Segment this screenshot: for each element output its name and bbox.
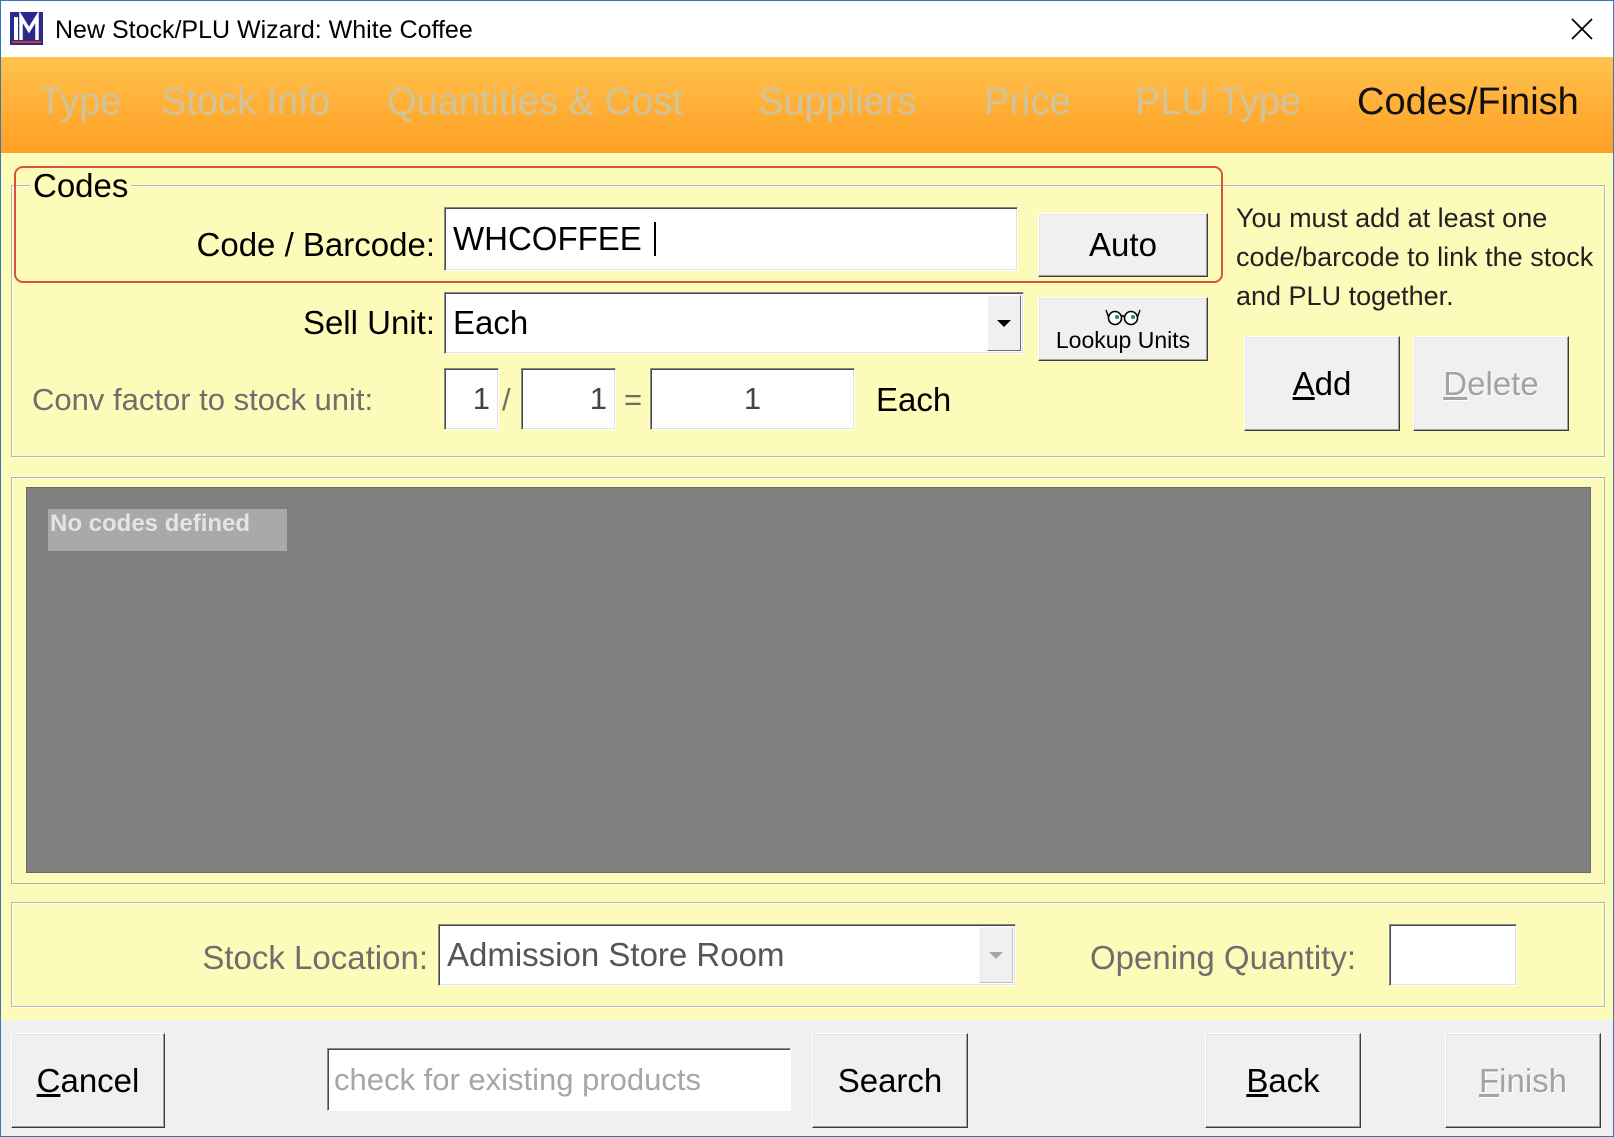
wizard-steps: Type Stock Info Quantities & Cost Suppli… (1, 57, 1613, 153)
sell-unit-label: Sell Unit: (302, 304, 435, 341)
conv-equals: = (624, 382, 643, 417)
title-bar: New Stock/PLU Wizard: White Coffee (1, 1, 1613, 57)
codes-group-legend: Codes (30, 167, 132, 205)
conv-result-value: 1 (743, 381, 762, 416)
window-title: New Stock/PLU Wizard: White Coffee (55, 16, 473, 44)
tab-quantities-cost[interactable]: Quantities & Cost (387, 79, 683, 125)
cancel-button-label: Cancel (36, 1061, 140, 1099)
finish-button[interactable]: Finish (1445, 1033, 1601, 1128)
sell-unit-value: Each (453, 304, 529, 341)
sell-unit-select[interactable]: Each (444, 292, 1024, 354)
close-icon (1571, 18, 1593, 40)
conv-slash: / (502, 382, 511, 417)
conv-numerator-input[interactable]: 1 (444, 368, 499, 430)
codes-list-empty-message: No codes defined (48, 509, 287, 551)
add-button-label: Add (1292, 364, 1352, 402)
glasses-icon (1105, 309, 1141, 325)
wizard-window: New Stock/PLU Wizard: White Coffee Type … (0, 0, 1614, 1137)
auto-button[interactable]: Auto (1038, 213, 1208, 277)
sell-unit-dropdown-button[interactable] (987, 295, 1021, 351)
lookup-units-button[interactable]: Lookup Units (1038, 297, 1208, 361)
conv-denominator-value: 1 (589, 381, 607, 416)
add-code-button[interactable]: Add (1244, 336, 1400, 431)
code-barcode-label: Code / Barcode: (196, 226, 435, 263)
tab-type[interactable]: Type (39, 79, 121, 125)
app-logo-icon (9, 11, 44, 46)
lookup-units-label: Lookup Units (1055, 326, 1191, 353)
codes-help-text: You must add at least one code/barcode t… (1236, 203, 1594, 311)
conv-denominator-input[interactable]: 1 (521, 368, 616, 430)
stock-location-dropdown-button[interactable] (979, 927, 1013, 983)
conv-numerator-value: 1 (472, 381, 490, 416)
delete-code-button[interactable]: Delete (1413, 336, 1569, 431)
conv-unit-label: Each (876, 381, 952, 418)
stock-location-value: Admission Store Room (447, 936, 785, 973)
opening-quantity-label: Opening Quantity: (1090, 939, 1356, 976)
tab-price[interactable]: Price (984, 79, 1071, 125)
cancel-button[interactable]: Cancel (11, 1033, 165, 1128)
conv-factor-label: Conv factor to stock unit: (32, 382, 374, 417)
code-barcode-input[interactable]: WHCOFFEE (444, 207, 1018, 271)
search-button-label: Search (837, 1061, 943, 1099)
text-cursor (653, 222, 656, 256)
tab-codes-finish[interactable]: Codes/Finish (1357, 79, 1579, 125)
auto-button-label: Auto (1089, 226, 1157, 263)
back-button[interactable]: Back (1205, 1033, 1361, 1128)
chevron-down-icon (997, 319, 1011, 327)
existing-products-search-input[interactable] (327, 1048, 791, 1111)
stock-location-label: Stock Location: (202, 939, 428, 976)
delete-button-label: Delete (1443, 364, 1539, 402)
code-barcode-value: WHCOFFEE (453, 220, 642, 257)
opening-quantity-input[interactable] (1389, 924, 1517, 986)
back-button-label: Back (1246, 1061, 1320, 1099)
close-button[interactable] (1566, 13, 1598, 45)
tab-plu-type[interactable]: PLU Type (1135, 79, 1301, 125)
conv-result-input[interactable]: 1 (650, 368, 855, 430)
finish-button-label: Finish (1478, 1061, 1568, 1099)
chevron-down-icon (989, 951, 1003, 959)
search-button[interactable]: Search (812, 1033, 968, 1128)
footer-bar (1, 1020, 1613, 1136)
tab-stock-info[interactable]: Stock Info (161, 79, 330, 125)
tab-suppliers[interactable]: Suppliers (758, 79, 916, 125)
stock-location-select[interactable]: Admission Store Room (438, 924, 1016, 986)
